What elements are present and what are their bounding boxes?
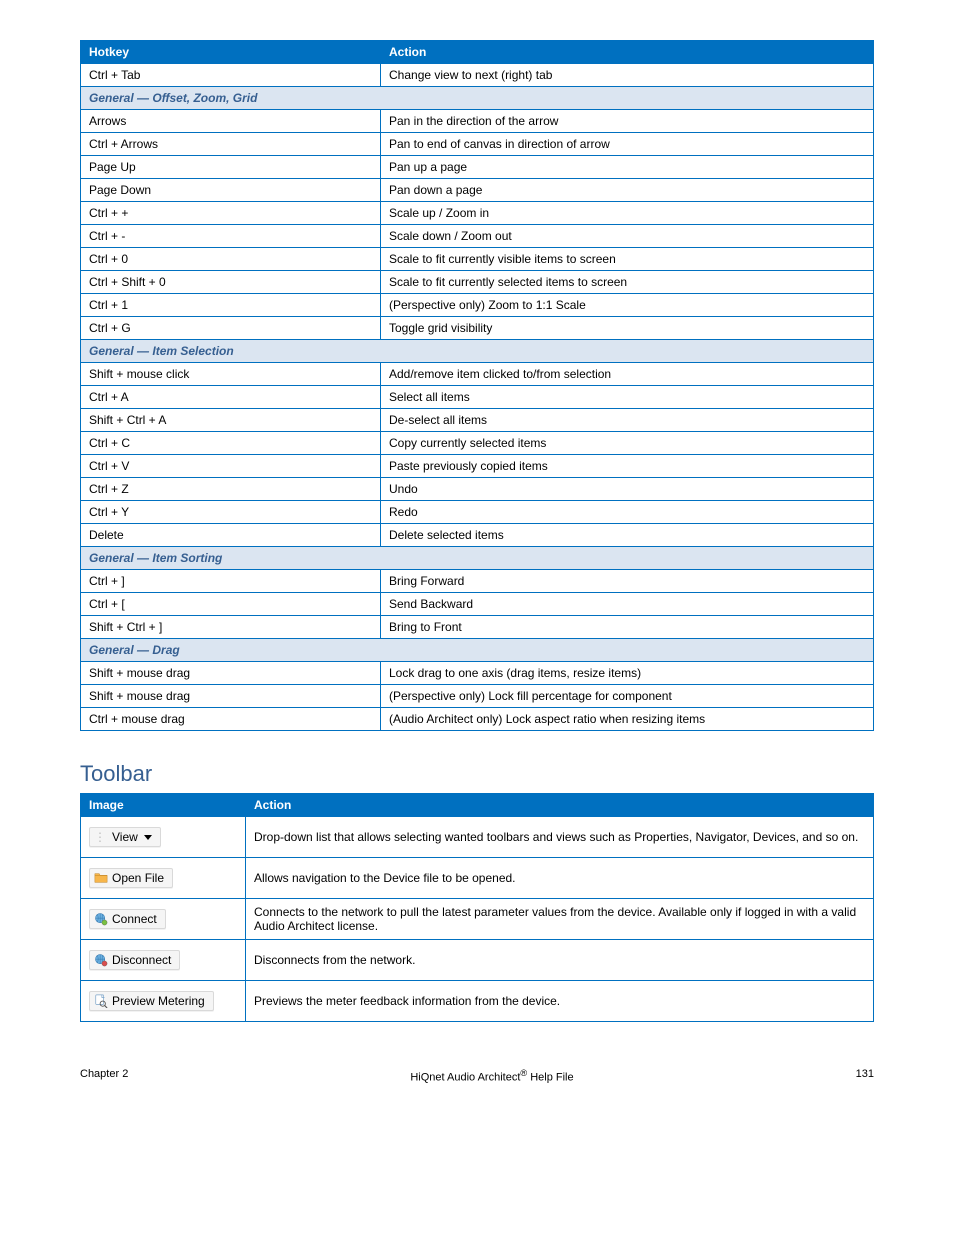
hotkey-key: Delete xyxy=(81,524,381,547)
globe-disconnect-icon xyxy=(94,953,108,967)
toolbar-action-cell: Drop-down list that allows selecting wan… xyxy=(246,817,874,858)
toolbar-action-cell: Connects to the network to pull the late… xyxy=(246,899,874,940)
hotkey-action: Add/remove item clicked to/from selectio… xyxy=(381,363,874,386)
hotkey-key: Ctrl + mouse drag xyxy=(81,708,381,731)
hotkey-key: Shift + Ctrl + ] xyxy=(81,616,381,639)
toolbar-header-image: Image xyxy=(81,794,246,817)
open-folder-icon xyxy=(94,871,108,885)
toolbar-action-cell: Disconnects from the network. xyxy=(246,940,874,981)
toolbar-button-disconnect[interactable]: Disconnect xyxy=(89,950,180,970)
hotkey-key: Ctrl + 1 xyxy=(81,294,381,317)
hotkey-key: Shift + mouse drag xyxy=(81,662,381,685)
hotkey-action: Scale up / Zoom in xyxy=(381,202,874,225)
toolbar-button-label: Connect xyxy=(112,912,157,926)
hotkey-key: Shift + mouse click xyxy=(81,363,381,386)
globe-connect-icon xyxy=(94,912,108,926)
toolbar-button-label: Disconnect xyxy=(112,953,171,967)
hotkey-action: Paste previously copied items xyxy=(381,455,874,478)
hotkey-action: Change view to next (right) tab xyxy=(381,64,874,87)
hotkey-key: Ctrl + C xyxy=(81,432,381,455)
hotkey-key: Ctrl + - xyxy=(81,225,381,248)
hotkey-key: Arrows xyxy=(81,110,381,133)
hotkey-action: Pan up a page xyxy=(381,156,874,179)
hotkey-action: Undo xyxy=(381,478,874,501)
toolbar-button-label: Preview Metering xyxy=(112,994,205,1008)
hotkey-action: Scale down / Zoom out xyxy=(381,225,874,248)
hotkey-action: Bring to Front xyxy=(381,616,874,639)
toolbar-table: Image Action ⋮ View Drop-down list that al… xyxy=(80,793,874,1022)
toolbar-image-cell: Preview Metering xyxy=(81,981,246,1022)
toolbar-image-cell: Connect xyxy=(81,899,246,940)
hotkey-key: Shift + mouse drag xyxy=(81,685,381,708)
toolbar-button-connect[interactable]: Connect xyxy=(89,909,166,929)
toolbar-button-label: Open File xyxy=(112,871,164,885)
toolbar-action-cell: Previews the meter feedback information … xyxy=(246,981,874,1022)
hotkey-key: Ctrl + Arrows xyxy=(81,133,381,156)
hotkey-key: Page Up xyxy=(81,156,381,179)
section-title-toolbar: Toolbar xyxy=(80,761,874,787)
hotkey-action: (Perspective only) Zoom to 1:1 Scale xyxy=(381,294,874,317)
toolbar-header-action: Action xyxy=(246,794,874,817)
hotkey-section: General — Offset, Zoom, Grid xyxy=(81,87,874,110)
hotkey-section: General — Item Selection xyxy=(81,340,874,363)
toolbar-image-cell: ⋮ View xyxy=(81,817,246,858)
hotkey-action: Send Backward xyxy=(381,593,874,616)
hotkey-action: Lock drag to one axis (drag items, resiz… xyxy=(381,662,874,685)
hotkey-action: Pan to end of canvas in direction of arr… xyxy=(381,133,874,156)
chevron-down-icon xyxy=(144,835,152,840)
hotkey-action: (Perspective only) Lock fill percentage … xyxy=(381,685,874,708)
hotkey-action: Pan in the direction of the arrow xyxy=(381,110,874,133)
hotkey-table: Hotkey Action Ctrl + TabChange view to n… xyxy=(80,40,874,731)
hotkey-key: Ctrl + [ xyxy=(81,593,381,616)
hotkey-action: Scale to fit currently selected items to… xyxy=(381,271,874,294)
hotkey-key: Ctrl + + xyxy=(81,202,381,225)
grip-icon: ⋮ xyxy=(94,831,106,843)
toolbar-action-cell: Allows navigation to the Device file to … xyxy=(246,858,874,899)
hotkey-section: General — Drag xyxy=(81,639,874,662)
hotkey-key: Ctrl + G xyxy=(81,317,381,340)
toolbar-button-view[interactable]: ⋮ View xyxy=(89,827,161,847)
hotkey-action: Select all items xyxy=(381,386,874,409)
hotkey-action: Scale to fit currently visible items to … xyxy=(381,248,874,271)
hotkey-key: Ctrl + Tab xyxy=(81,64,381,87)
hotkey-key: Ctrl + Z xyxy=(81,478,381,501)
toolbar-image-cell: Disconnect xyxy=(81,940,246,981)
footer-center: HiQnet Audio Architect® Help File xyxy=(128,1068,855,1084)
toolbar-image-cell: Open File xyxy=(81,858,246,899)
page-footer: Chapter 2 HiQnet Audio Architect® Help F… xyxy=(0,1062,954,1104)
hotkey-key: Ctrl + ] xyxy=(81,570,381,593)
hotkey-key: Ctrl + Y xyxy=(81,501,381,524)
hotkey-key: Shift + Ctrl + A xyxy=(81,409,381,432)
hotkey-action: Redo xyxy=(381,501,874,524)
hotkey-key: Page Down xyxy=(81,179,381,202)
hotkey-header-action: Action xyxy=(381,41,874,64)
hotkey-key: Ctrl + Shift + 0 xyxy=(81,271,381,294)
toolbar-button-label: View xyxy=(112,830,138,844)
footer-left: Chapter 2 xyxy=(80,1068,128,1084)
preview-metering-icon xyxy=(94,994,108,1008)
hotkey-section: General — Item Sorting xyxy=(81,547,874,570)
hotkey-action: Pan down a page xyxy=(381,179,874,202)
hotkey-action: Delete selected items xyxy=(381,524,874,547)
toolbar-button-openfile[interactable]: Open File xyxy=(89,868,173,888)
footer-page: 131 xyxy=(856,1068,874,1084)
hotkey-header-hotkey: Hotkey xyxy=(81,41,381,64)
hotkey-action: (Audio Architect only) Lock aspect ratio… xyxy=(381,708,874,731)
hotkey-action: Toggle grid visibility xyxy=(381,317,874,340)
hotkey-action: Bring Forward xyxy=(381,570,874,593)
hotkey-key: Ctrl + V xyxy=(81,455,381,478)
hotkey-key: Ctrl + 0 xyxy=(81,248,381,271)
hotkey-key: Ctrl + A xyxy=(81,386,381,409)
hotkey-action: De-select all items xyxy=(381,409,874,432)
hotkey-action: Copy currently selected items xyxy=(381,432,874,455)
toolbar-button-preview[interactable]: Preview Metering xyxy=(89,991,214,1011)
